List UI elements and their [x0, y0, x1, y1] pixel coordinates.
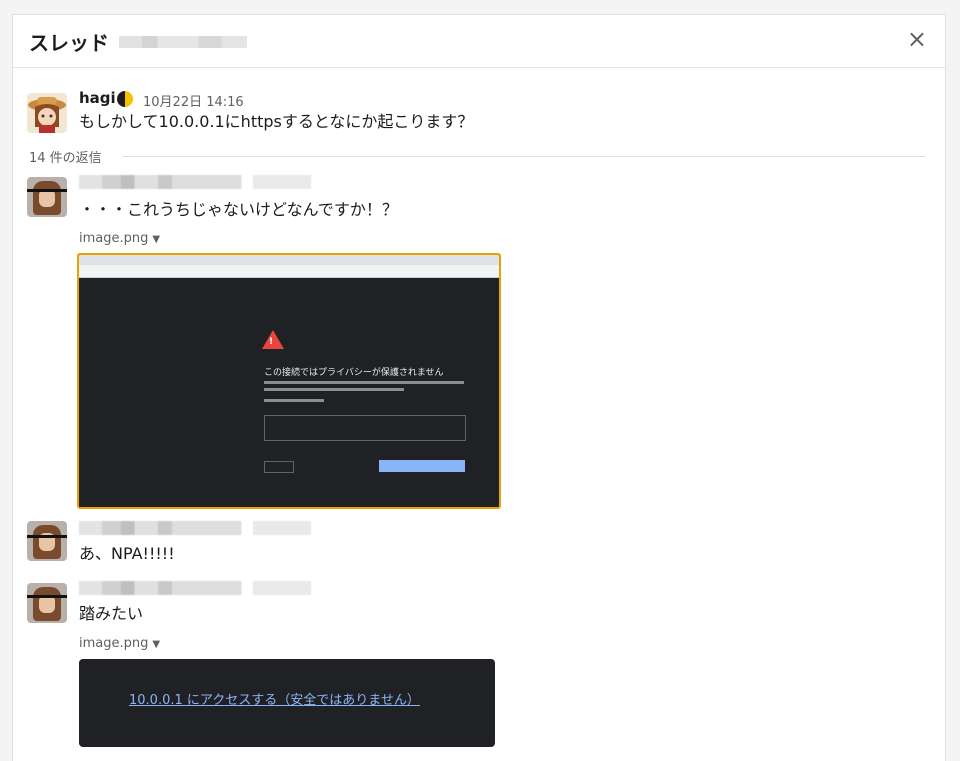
avatar-character-icon: [28, 97, 66, 133]
advanced-button: [264, 461, 294, 473]
sender-name-blurred: [79, 581, 311, 595]
file-name-label: image.png: [79, 231, 149, 246]
avatar-redaction-bar: [27, 189, 67, 192]
thread-title: スレッド: [29, 31, 109, 55]
avatar-redaction-bar: [27, 535, 67, 538]
sender-name[interactable]: hagi: [79, 89, 116, 107]
error-text-line: [264, 381, 464, 384]
thread-header: スレッド ×: [13, 15, 945, 68]
avatar[interactable]: [27, 177, 67, 217]
file-name[interactable]: image.png ▼: [79, 636, 160, 651]
avatar[interactable]: [27, 521, 67, 561]
message-text: もしかして10.0.0.1にhttpsするとなにか起こります？: [79, 112, 474, 131]
error-text-line: [264, 388, 404, 391]
warning-exclamation: !: [269, 337, 274, 347]
avatar[interactable]: [27, 93, 67, 133]
divider: [123, 156, 925, 157]
sender-name-blurred: [79, 175, 311, 189]
message-text: あ、NPA!!!!!: [79, 544, 175, 563]
browser-toolbar: [79, 265, 499, 278]
attached-image[interactable]: ! この接続ではプライバシーが保護されません: [77, 253, 501, 509]
attached-image[interactable]: 10.0.0.1 にアクセスする（安全ではありません）: [79, 659, 495, 747]
sender-name-blurred: [79, 521, 311, 535]
file-name[interactable]: image.png ▼: [79, 231, 160, 246]
moon-status-icon: [117, 91, 133, 107]
back-to-safety-button: [379, 460, 465, 472]
avatar-redaction-bar: [27, 595, 67, 598]
security-tip-box: [264, 415, 466, 441]
reply-count: 14 件の返信: [29, 151, 102, 166]
channel-name-blurred: [119, 36, 247, 48]
thread-panel: スレッド × hagi 10月22日 14:16 もしかして10.0.0.1にh…: [12, 14, 946, 761]
proceed-link: 10.0.0.1 にアクセスする（安全ではありません）: [129, 693, 420, 708]
timestamp[interactable]: 10月22日 14:16: [143, 91, 244, 110]
file-name-label: image.png: [79, 636, 149, 651]
caret-down-icon[interactable]: ▼: [152, 639, 160, 650]
message-text: ・・・これうちじゃないけどなんですか！？: [79, 200, 398, 219]
error-heading: この接続ではプライバシーが保護されません: [264, 368, 444, 378]
browser-tab-bar: [79, 255, 499, 265]
error-code-line: [264, 399, 324, 402]
close-icon[interactable]: ×: [907, 25, 927, 53]
message-text: 踏みたい: [79, 604, 144, 623]
avatar[interactable]: [27, 583, 67, 623]
caret-down-icon[interactable]: ▼: [152, 234, 160, 245]
